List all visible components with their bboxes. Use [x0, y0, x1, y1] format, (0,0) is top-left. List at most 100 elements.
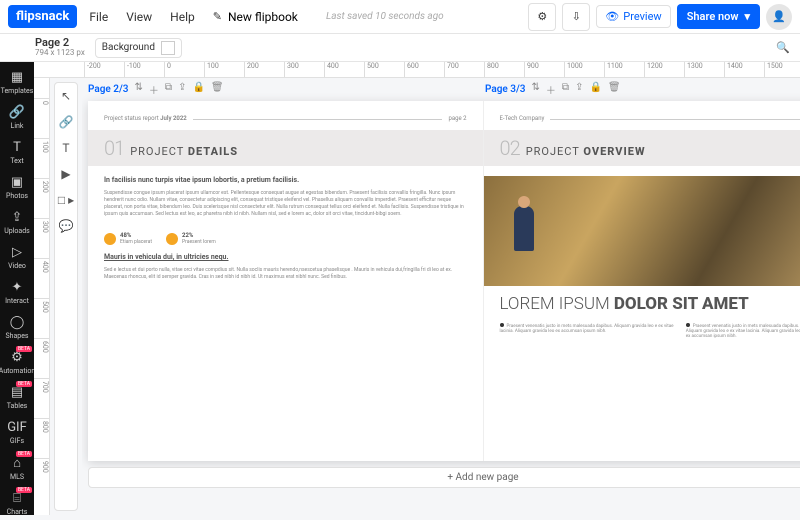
- rail-item-mls[interactable]: ⌂MLSBETA: [0, 451, 34, 485]
- ruler-horizontal: -200-10001002003004005006007008009001000…: [34, 62, 800, 78]
- preview-label: Preview: [623, 10, 661, 23]
- page-toolbars: Page 2/3 ⇅ ＋ ⧉ ⇪ 🔒 🗑 Page 3/3: [88, 82, 800, 97]
- ruler-tick: 1100: [604, 62, 644, 77]
- background-label: Background: [102, 42, 155, 53]
- tool-5[interactable]: 💬: [59, 219, 74, 233]
- tool-4[interactable]: □ ▸: [58, 193, 74, 207]
- hdr-text: E-Tech Company: [500, 115, 545, 122]
- tool-0[interactable]: ↖: [61, 89, 71, 103]
- lock-icon[interactable]: 🔒: [589, 82, 601, 97]
- search-icon[interactable]: 🔍: [776, 41, 790, 54]
- headline: LOREM IPSUM DOLOR SIT AMET: [500, 296, 800, 314]
- headline-b: DOLOR SIT AMET: [614, 294, 749, 314]
- options-icon[interactable]: ⇅: [532, 82, 540, 97]
- ruler-vertical: 0100200300400500600700800900: [34, 78, 50, 515]
- menu-file[interactable]: File: [89, 10, 108, 24]
- lock-icon[interactable]: 🔒: [192, 82, 204, 97]
- gifs-icon: GIF: [7, 420, 27, 435]
- main-menu: File View Help: [89, 10, 194, 24]
- rail-item-link[interactable]: 🔗 Link: [0, 101, 34, 134]
- ruler-tick: 1400: [724, 62, 764, 77]
- rail-item-templates[interactable]: ▦ Templates: [0, 66, 34, 99]
- page-header: Project status report July 2022 page 2: [104, 115, 467, 122]
- rail-item-video[interactable]: ▷ Video: [0, 241, 34, 274]
- doc-title-area: ✎: [213, 10, 318, 24]
- title-part-b: OVERVIEW: [583, 145, 645, 158]
- rail-item-automation[interactable]: ⚙AutomationBETA: [0, 346, 34, 379]
- ruler-tick: 800: [34, 418, 49, 458]
- ruler-tick: -100: [124, 62, 164, 77]
- shapes-icon: ◯: [10, 315, 25, 330]
- background-picker[interactable]: Background: [95, 38, 182, 58]
- stat-1: 48%Etiam placerat: [104, 232, 152, 245]
- dot-icon: [104, 233, 116, 245]
- ruler-tick: 1200: [644, 62, 684, 77]
- swatch-icon: [161, 41, 175, 55]
- ruler-tick: 200: [244, 62, 284, 77]
- link-icon: 🔗: [9, 105, 25, 120]
- beta-badge: BETA: [16, 451, 32, 457]
- app-logo[interactable]: flipsnack: [8, 5, 77, 28]
- main-area: ▦Templates🔗LinkTText▣Photos⇪Uploads▷Vide…: [0, 62, 800, 515]
- page-3[interactable]: E-Tech Company page 3 02 PROJECT OVERVIE…: [484, 101, 800, 461]
- section-title: 02 PROJECT OVERVIEW: [484, 130, 800, 166]
- user-avatar[interactable]: 👤: [766, 4, 792, 30]
- video-icon: ▷: [12, 245, 22, 260]
- menu-view[interactable]: View: [126, 10, 152, 24]
- pencil-icon: ✎: [213, 10, 222, 23]
- options-icon[interactable]: ⇅: [135, 82, 143, 97]
- tool-3[interactable]: ▶: [61, 167, 70, 181]
- stat-label: Praesent lorem: [182, 239, 216, 245]
- automation-icon: ⚙: [11, 350, 23, 365]
- hero-photo: [484, 176, 800, 286]
- top-actions: ⚙ ⇩ 👁 Preview Share now ▾ 👤: [528, 3, 792, 31]
- page-2[interactable]: Project status report July 2022 page 2 0…: [88, 101, 484, 461]
- beta-badge: BETA: [16, 381, 32, 387]
- rail-label: Uploads: [4, 227, 30, 235]
- rail-item-text[interactable]: TText: [0, 136, 34, 169]
- rail-item-uploads[interactable]: ⇪Uploads: [0, 206, 34, 239]
- delete-icon[interactable]: 🗑: [211, 82, 224, 97]
- rail-item-tables[interactable]: ▤TablesBETA: [0, 381, 34, 414]
- upload-icon[interactable]: ⇪: [178, 82, 186, 97]
- rail-item-gifs[interactable]: GIF GIFs: [0, 416, 34, 449]
- share-button[interactable]: Share now ▾: [677, 4, 760, 29]
- rail-label: Link: [11, 122, 24, 130]
- rail-item-charts[interactable]: ⌸ChartsBETA: [0, 487, 34, 520]
- page-label-right: Page 3/3: [485, 84, 526, 95]
- rail-item-shapes[interactable]: ◯Shapes: [0, 311, 34, 344]
- download-icon[interactable]: ⇩: [562, 3, 590, 31]
- mls-icon: ⌂: [13, 455, 21, 471]
- templates-icon: ▦: [11, 70, 23, 85]
- rail-label: Interact: [5, 297, 29, 305]
- ruler-tick: 0: [34, 98, 49, 138]
- rail-item-interact[interactable]: ✦Interact: [0, 276, 34, 309]
- col-2: Praesent venenatis justo in mets malesua…: [686, 322, 800, 356]
- settings-icon[interactable]: ⚙: [528, 3, 556, 31]
- upload-icon[interactable]: ⇪: [575, 82, 583, 97]
- rail-item-photos[interactable]: ▣Photos: [0, 171, 34, 204]
- page-spread[interactable]: Project status report July 2022 page 2 0…: [88, 101, 800, 461]
- menu-help[interactable]: Help: [170, 10, 195, 24]
- ruler-tick: 900: [524, 62, 564, 77]
- rail-label: Automation: [0, 367, 35, 375]
- preview-button[interactable]: 👁 Preview: [596, 5, 670, 28]
- rail-label: GIFs: [10, 437, 24, 445]
- duplicate-icon[interactable]: ⧉: [165, 82, 172, 97]
- add-page-button[interactable]: + Add new page: [88, 467, 800, 488]
- rail-label: Templates: [1, 87, 34, 95]
- duplicate-icon[interactable]: ⧉: [562, 82, 569, 97]
- hdr-bold: July 2022: [160, 115, 187, 122]
- tool-1[interactable]: 🔗: [59, 115, 74, 129]
- add-icon[interactable]: ＋: [149, 82, 159, 97]
- tool-2[interactable]: T: [62, 141, 69, 155]
- add-icon[interactable]: ＋: [546, 82, 556, 97]
- rail-label: Video: [8, 262, 26, 270]
- ruler-tick: 300: [34, 218, 49, 258]
- page-label-left: Page 2/3: [88, 84, 129, 95]
- ruler-tick: 1500: [764, 62, 800, 77]
- doc-title-input[interactable]: [228, 10, 318, 24]
- delete-icon[interactable]: 🗑: [608, 82, 621, 97]
- hdr-text: Project status report: [104, 115, 159, 122]
- title-part-b: DETAILS: [188, 145, 238, 158]
